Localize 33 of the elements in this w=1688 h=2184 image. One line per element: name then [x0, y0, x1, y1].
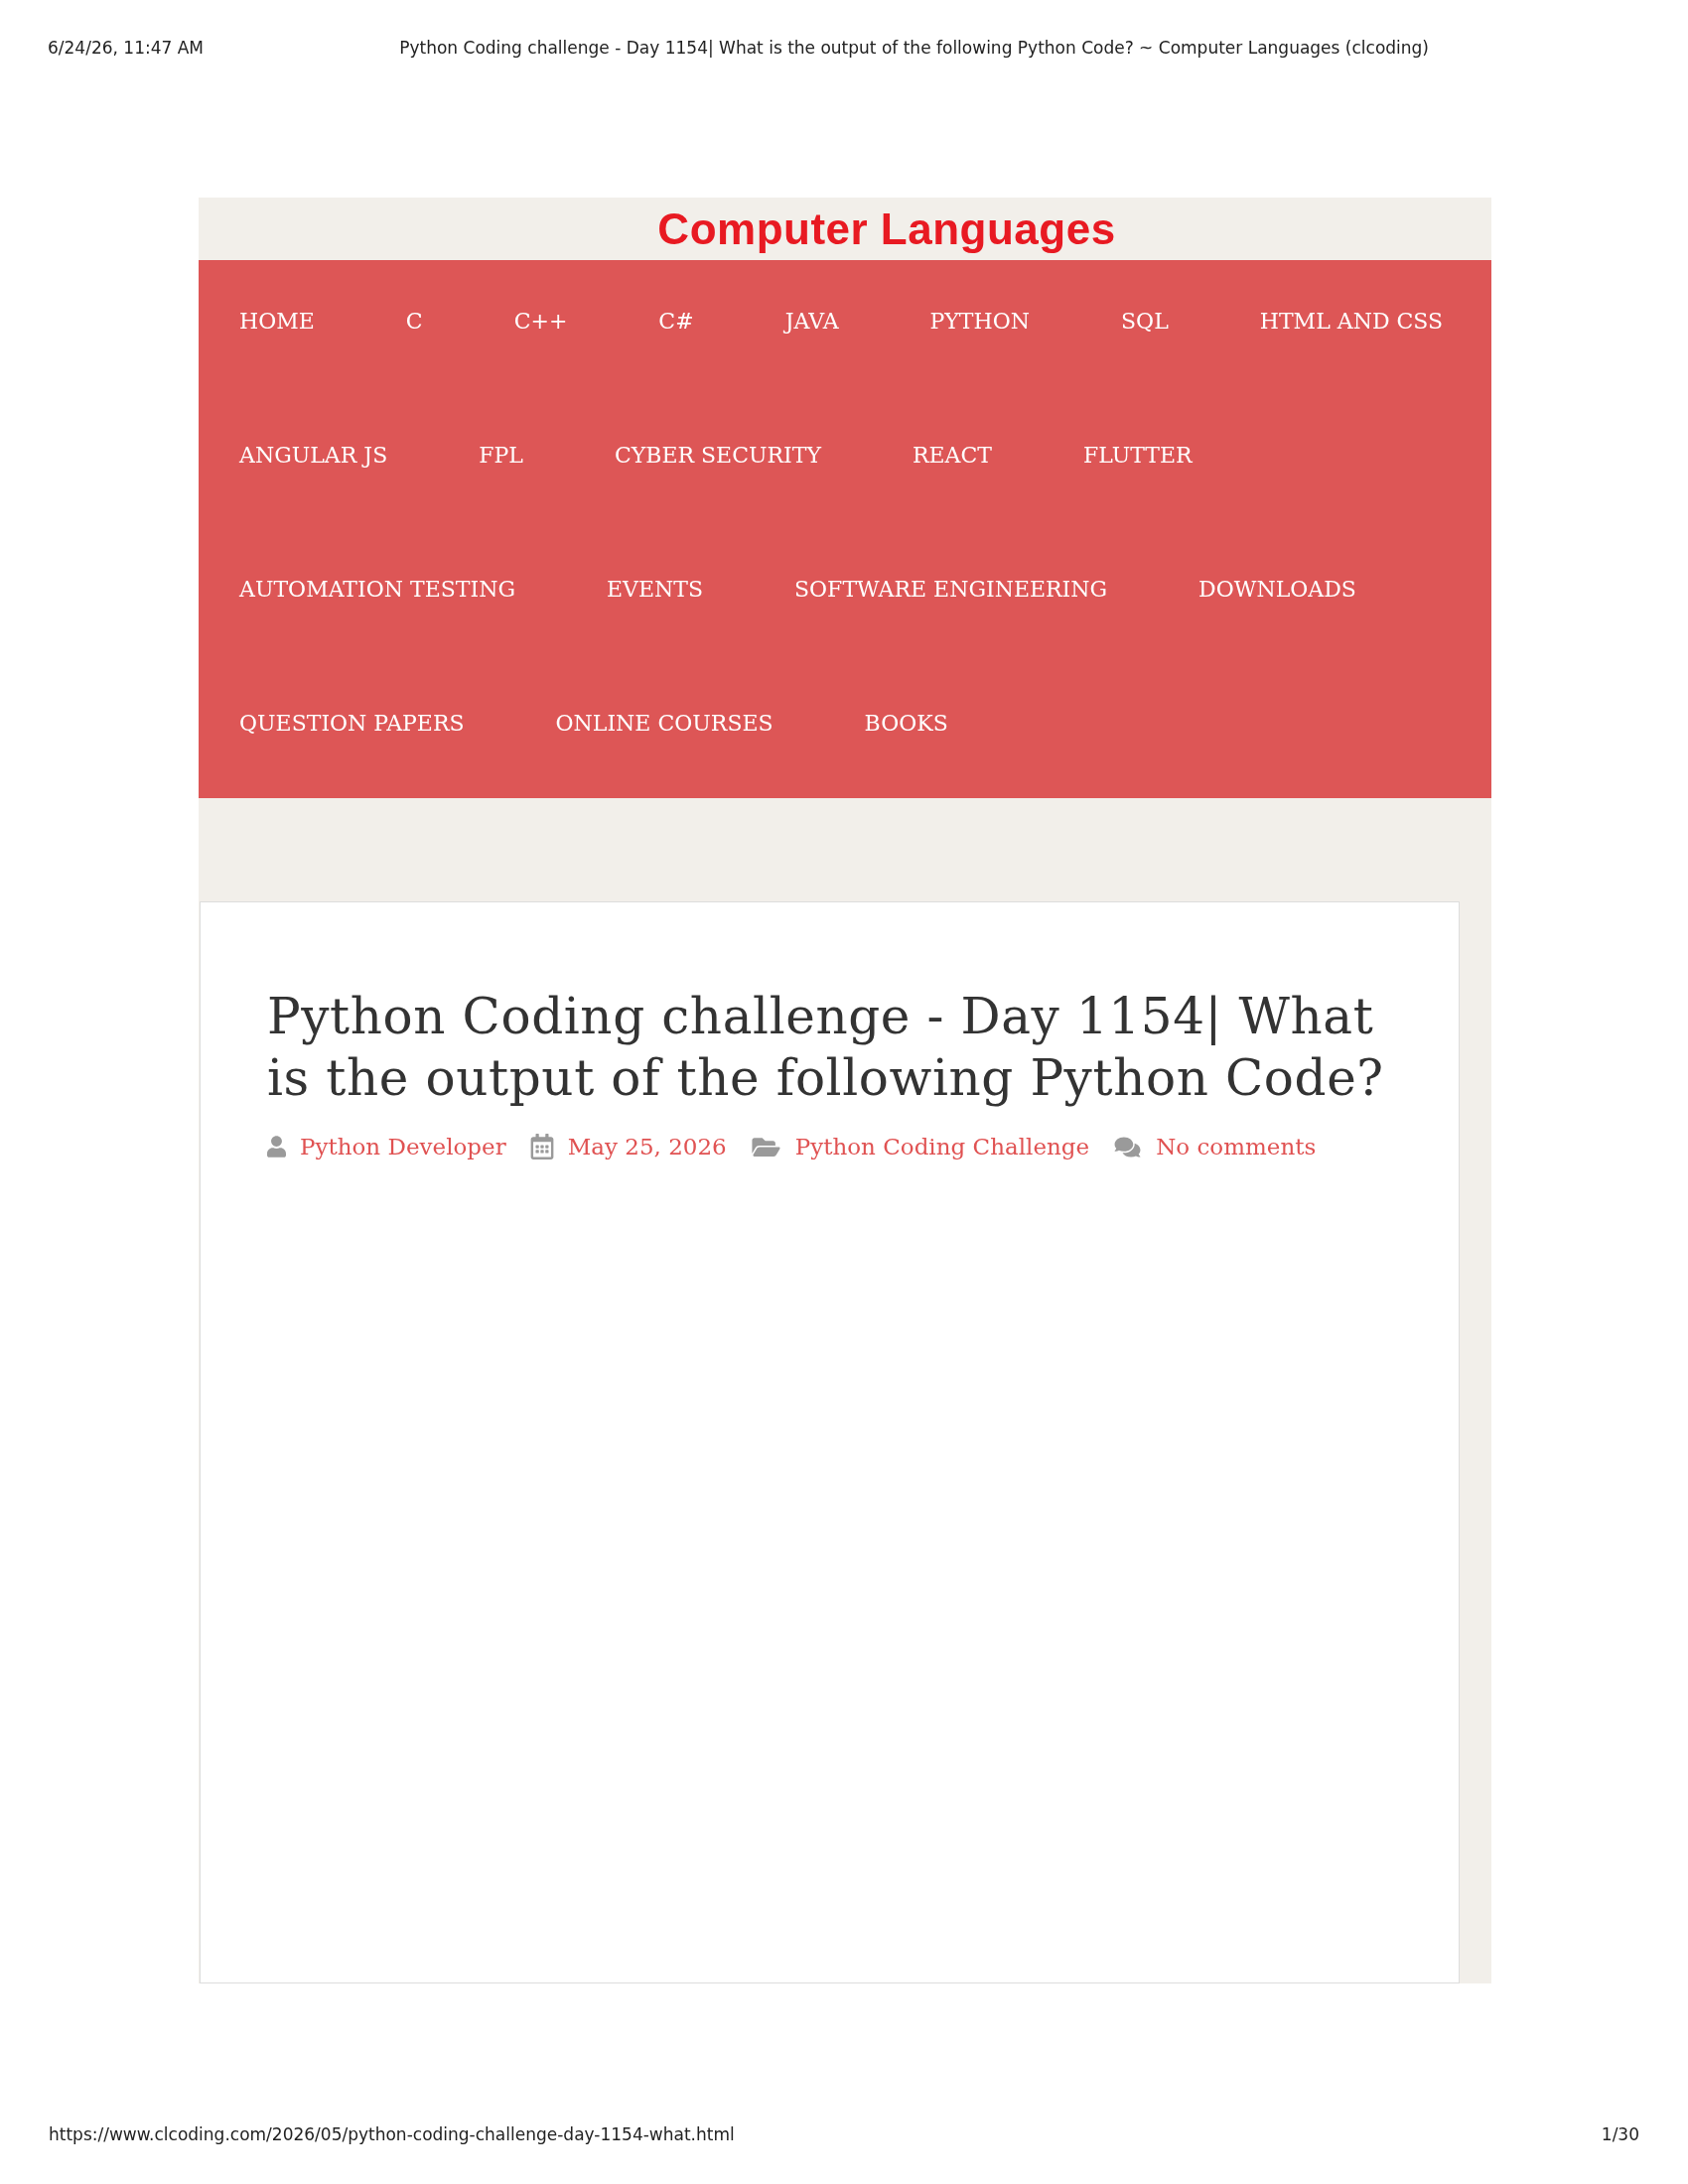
print-date: 6/24/26, 11:47 AM: [48, 37, 205, 59]
calendar-icon: [529, 1134, 554, 1160]
date-link[interactable]: May 25, 2026: [567, 1131, 727, 1162]
user-icon: [267, 1136, 286, 1158]
print-url: https://www.clcoding.com/2026/05/python-coding-challenge-day-1154-what.html: [49, 2123, 735, 2145]
category-link[interactable]: Python Coding Challenge: [794, 1131, 1090, 1162]
nav-link[interactable]: ONLINE COURSES: [555, 662, 774, 796]
post-title: Python Coding challenge - Day 1154| What is the output of the following Python Code?: [267, 987, 1385, 1109]
nav-link[interactable]: C++: [513, 260, 568, 394]
print-title: Python Coding challenge - Day 1154| What is the output of the following Python Code? ~ Computer Languages (clcoding): [399, 37, 1429, 59]
nav-link[interactable]: AUTOMATION TESTING: [239, 528, 515, 662]
author-link[interactable]: Python Developer: [300, 1131, 506, 1162]
nav-link[interactable]: EVENTS: [607, 528, 703, 662]
comments-icon: [1113, 1135, 1143, 1159]
nav-link[interactable]: QUESTION PAPERS: [239, 662, 465, 796]
nav-link[interactable]: HOME: [239, 260, 315, 394]
nav-link[interactable]: REACT: [913, 394, 993, 528]
site-logo[interactable]: Computer Languages: [657, 203, 1116, 255]
nav-link[interactable]: SQL: [1121, 260, 1169, 394]
nav-link[interactable]: DOWNLOADS: [1198, 528, 1356, 662]
nav-link[interactable]: FPL: [479, 394, 523, 528]
nav-link[interactable]: SOFTWARE ENGINEERING: [794, 528, 1108, 662]
nav-link[interactable]: BOOKS: [864, 662, 948, 796]
nav-link[interactable]: JAVA: [784, 260, 839, 394]
nav-link[interactable]: HTML AND CSS: [1259, 260, 1444, 394]
nav-link[interactable]: CYBER SECURITY: [614, 394, 821, 528]
page-number: 1/30: [1601, 2123, 1639, 2145]
nav-link[interactable]: C#: [658, 260, 694, 394]
nav-link[interactable]: ANGULAR JS: [239, 394, 388, 528]
comments-link[interactable]: No comments: [1156, 1131, 1317, 1162]
nav-link[interactable]: FLUTTER: [1083, 394, 1193, 528]
nav-link[interactable]: C: [405, 260, 423, 394]
nav-link[interactable]: PYTHON: [929, 260, 1031, 394]
